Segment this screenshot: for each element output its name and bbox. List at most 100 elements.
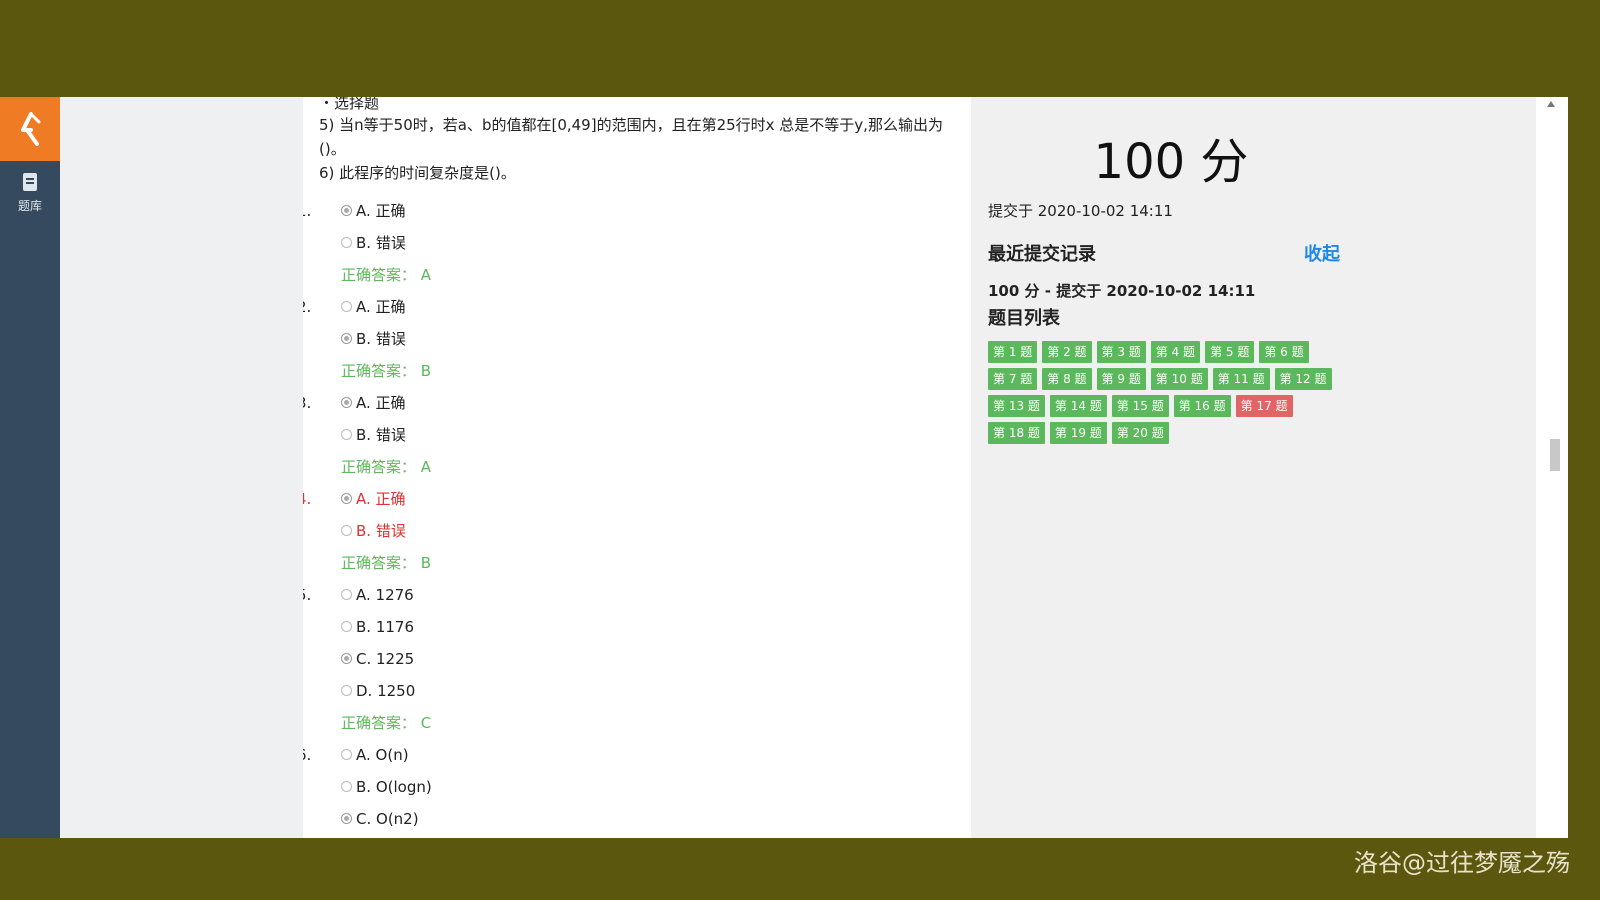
question-item: 6. A. O(n) B. O(logn) C. O(n2) xyxy=(303,739,955,835)
radio-button[interactable] xyxy=(341,588,352,600)
option-label: A. 正确 xyxy=(356,298,406,316)
answer-option[interactable]: 3. A. 正确 xyxy=(303,387,955,419)
option-label: B. 错误 xyxy=(356,330,406,348)
question-tag[interactable]: 第 18 题 xyxy=(988,422,1045,444)
question-tag[interactable]: 第 8 题 xyxy=(1042,368,1092,390)
question-tag[interactable]: 第 15 题 xyxy=(1111,395,1169,417)
scrollbar[interactable] xyxy=(1536,97,1568,838)
option-label: A. 正确 xyxy=(356,490,406,508)
question-number: 1. xyxy=(303,202,312,220)
question-tag[interactable]: 第 16 题 xyxy=(1173,395,1231,417)
answer-option[interactable]: C. 1225 xyxy=(319,643,955,675)
left-gutter xyxy=(60,97,303,838)
scroll-thumb[interactable] xyxy=(1550,439,1560,471)
option-label: A. 1276 xyxy=(356,586,414,604)
radio-button[interactable] xyxy=(341,684,352,696)
answer-option[interactable]: 6. A. O(n) xyxy=(303,739,955,771)
question-number: 6. xyxy=(303,746,312,764)
collapse-link[interactable]: 收起 xyxy=(1304,240,1340,266)
answer-option[interactable]: C. O(n2) xyxy=(319,803,955,835)
answer-option[interactable]: B. 1176 xyxy=(319,611,955,643)
question-tag[interactable]: 第 3 题 xyxy=(1096,341,1146,363)
answer-option[interactable]: 4. A. 正确 xyxy=(303,483,955,515)
question-tag[interactable]: 第 19 题 xyxy=(1049,422,1107,444)
book-icon xyxy=(23,173,37,191)
recent-submissions-title: 最近提交记录 xyxy=(988,244,1096,265)
question-panel: ・选择题 5) 当n等于50时，若a、b的值都在[0,49]的范围内，且在第25… xyxy=(303,97,972,838)
question-tag[interactable]: 第 2 题 xyxy=(1042,341,1092,363)
correct-answer: 正确答案： B xyxy=(341,554,432,572)
option-label: D. 1250 xyxy=(356,682,416,700)
logo[interactable] xyxy=(0,97,60,161)
tag-row: 第 18 题第 19 题第 20 题 xyxy=(988,422,1348,449)
score-display: 100 分 xyxy=(1093,134,1249,190)
question-item: 4. A. 正确 B. 错误正确答案： B xyxy=(303,483,955,579)
logo-icon xyxy=(21,112,41,146)
correct-answer: 正确答案： B xyxy=(341,362,432,380)
option-label: C. 1225 xyxy=(356,650,415,668)
correct-answer: 正确答案： A xyxy=(341,266,432,284)
answer-option[interactable]: D. 1250 xyxy=(319,675,955,707)
question-item: 3. A. 正确 B. 错误正确答案： A xyxy=(303,387,955,483)
tag-row: 第 1 题第 2 题第 3 题第 4 题第 5 题第 6 题 xyxy=(988,341,1348,368)
option-label: B. 错误 xyxy=(356,522,406,540)
radio-button[interactable] xyxy=(341,396,352,408)
description-line: 6) 此程序的时间复杂度是()。 xyxy=(319,164,516,182)
question-tag[interactable]: 第 6 题 xyxy=(1259,341,1309,363)
answer-option[interactable]: B. 错误 xyxy=(319,515,955,547)
question-tag[interactable]: 第 12 题 xyxy=(1274,368,1332,390)
question-number: 5. xyxy=(303,586,312,604)
radio-button[interactable] xyxy=(341,236,352,248)
question-number: 2. xyxy=(303,298,312,316)
radio-button[interactable] xyxy=(341,492,352,504)
radio-button[interactable] xyxy=(341,524,352,536)
description-line: 5) 当n等于50时，若a、b的值都在[0,49]的范围内，且在第25行时x 总… xyxy=(319,116,943,158)
scroll-up-icon[interactable] xyxy=(1547,101,1555,107)
answer-option[interactable]: 1. A. 正确 xyxy=(303,195,955,227)
question-tag[interactable]: 第 1 题 xyxy=(988,341,1038,363)
question-tag[interactable]: 第 11 题 xyxy=(1212,368,1270,390)
question-item: 2. A. 正确 B. 错误正确答案： B xyxy=(303,291,955,387)
question-number: 4. xyxy=(303,490,312,508)
radio-button[interactable] xyxy=(341,428,352,440)
tag-row: 第 13 题第 14 题第 15 题第 16 题第 17 题 xyxy=(988,395,1348,422)
radio-button[interactable] xyxy=(341,812,352,824)
question-tag[interactable]: 第 7 题 xyxy=(988,368,1038,390)
question-tag[interactable]: 第 9 题 xyxy=(1096,368,1146,390)
radio-button[interactable] xyxy=(341,620,352,632)
question-number: 3. xyxy=(303,394,312,412)
radio-button[interactable] xyxy=(341,780,352,792)
radio-button[interactable] xyxy=(341,652,352,664)
sidebar-item-label: 题库 xyxy=(17,199,42,213)
option-label: A. 正确 xyxy=(356,202,406,220)
app-window: 题库 ・选择题 5) 当n等于50时，若a、b的值都在[0,49]的范围内，且在… xyxy=(0,97,1568,838)
answer-option[interactable]: B. O(logn) xyxy=(319,771,955,803)
question-tag[interactable]: 第 10 题 xyxy=(1150,368,1208,390)
answer-option[interactable]: B. 错误 xyxy=(319,227,955,259)
question-tag[interactable]: 第 5 题 xyxy=(1205,341,1255,363)
question-tag[interactable]: 第 4 题 xyxy=(1150,341,1201,363)
radio-button[interactable] xyxy=(341,300,352,312)
radio-button[interactable] xyxy=(341,748,352,760)
tag-row: 第 7 题第 8 题第 9 题第 10 题第 11 题第 12 题 xyxy=(988,368,1348,395)
option-label: B. 错误 xyxy=(356,426,406,444)
answer-option[interactable]: B. 错误 xyxy=(319,323,955,355)
option-label: B. O(logn) xyxy=(356,778,432,796)
sidebar-item-problem-bank[interactable]: 题库 xyxy=(0,173,60,214)
question-tag[interactable]: 第 14 题 xyxy=(1049,395,1107,417)
question-tag[interactable]: 第 17 题 xyxy=(1235,395,1293,417)
submitted-time: 提交于 2020-10-02 14:11 xyxy=(988,202,1173,220)
question-list-title: 题目列表 xyxy=(988,308,1060,329)
sidebar: 题库 xyxy=(0,97,60,838)
radio-button[interactable] xyxy=(341,332,352,344)
question-tag[interactable]: 第 13 题 xyxy=(988,395,1045,417)
answer-option[interactable]: 5. A. 1276 xyxy=(303,579,955,611)
question-item: 1. A. 正确 B. 错误正确答案： A xyxy=(303,195,955,291)
question-tag[interactable]: 第 20 题 xyxy=(1111,422,1169,444)
radio-button[interactable] xyxy=(341,204,352,216)
answer-option[interactable]: 2. A. 正确 xyxy=(303,291,955,323)
problem-description: 5) 当n等于50时，若a、b的值都在[0,49]的范围内，且在第25行时x 总… xyxy=(319,113,955,185)
recent-submission-item[interactable]: 100 分 - 提交于 2020-10-02 14:11 xyxy=(988,280,1255,301)
correct-answer: 正确答案： C xyxy=(341,714,432,732)
answer-option[interactable]: B. 错误 xyxy=(319,419,955,451)
